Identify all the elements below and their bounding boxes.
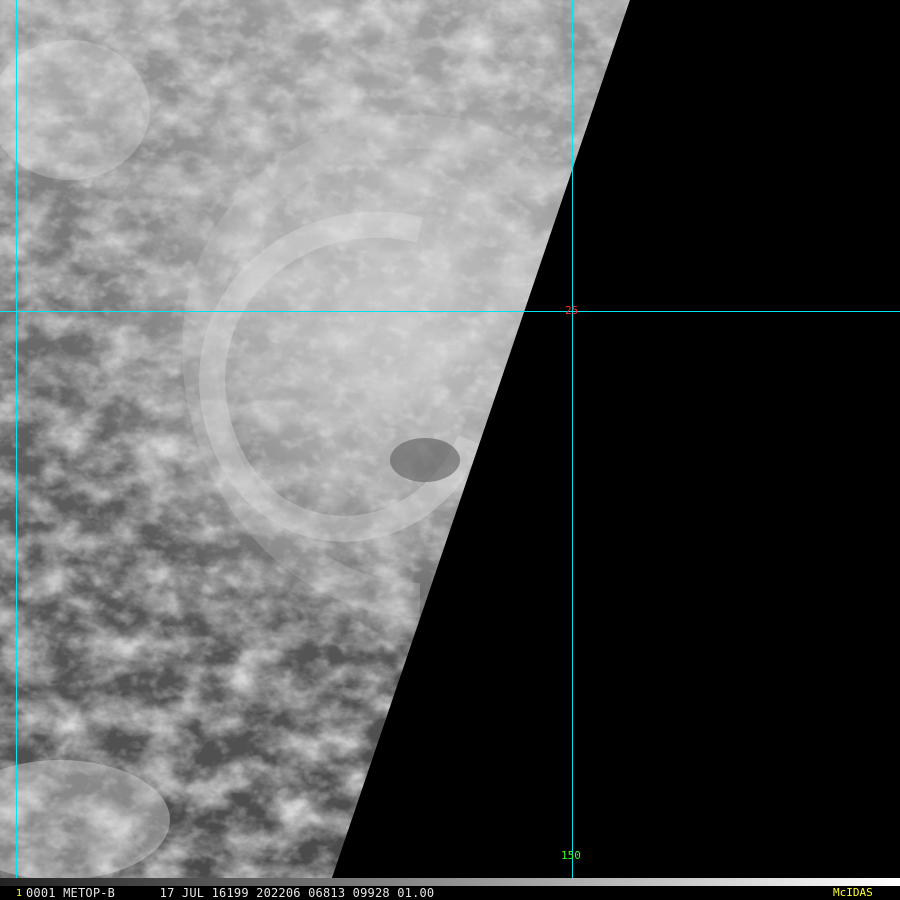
image-header-text: 0001 METOP-B 17 JUL 16199 202206 06813 0… (26, 886, 435, 900)
satellite-image-frame: 25 150 1 0001 METOP-B 17 JUL 16199 20220… (0, 0, 900, 900)
longitude-line-150 (572, 0, 573, 886)
longitude-label: 150 (561, 849, 581, 862)
left-longitude-line (16, 0, 17, 886)
latitude-line (0, 311, 900, 312)
mcidas-logo: McIDAS (833, 886, 873, 899)
grayscale-color-bar (0, 878, 900, 886)
latitude-label: 25 (565, 304, 579, 317)
satellite-cloud-imagery (0, 0, 900, 878)
frame-number: 1 (16, 888, 23, 899)
